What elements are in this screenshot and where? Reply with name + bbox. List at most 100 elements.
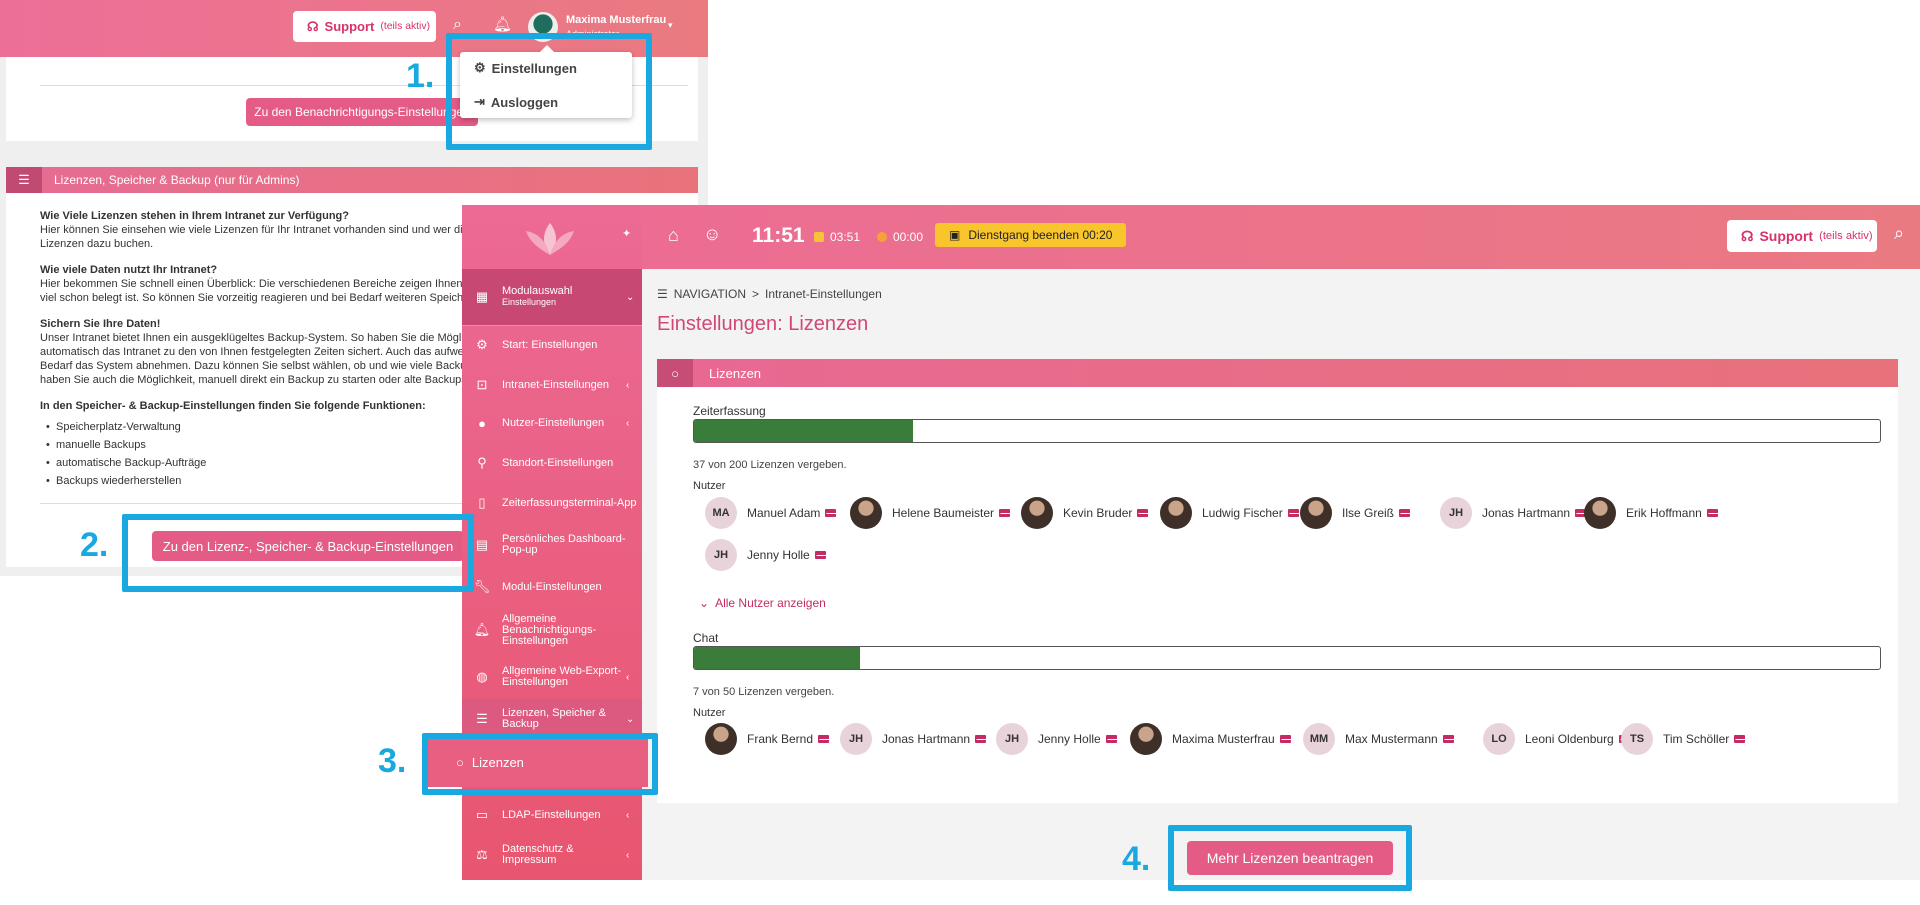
user-name: Maxima Musterfrau [1172,732,1275,746]
user-entry[interactable]: JH Jenny Holle [996,723,1118,755]
user-entry[interactable]: JH Jenny Holle [705,539,827,571]
user-entry[interactable]: Frank Bernd [705,723,831,755]
bg-license-card-header: ☰ Lizenzen, Speicher & Backup (nur für A… [6,167,698,193]
mail-icon[interactable] [1279,735,1292,743]
mail-icon[interactable] [1734,735,1747,743]
chevron-down-icon[interactable]: ▾ [668,20,673,31]
bg-license-card-title: Lizenzen, Speicher & Backup (nur für Adm… [54,173,300,187]
home-icon[interactable]: ⌂ [668,225,679,246]
user-entry[interactable]: Ilse Greiß [1300,497,1412,529]
license-card-title: Lizenzen [709,365,762,381]
avatar [1021,497,1053,529]
bg-support-button[interactable]: ☊ Support (teils aktiv) [293,11,436,42]
bg-notification-settings-button[interactable]: Zu den Benachrichtigungs-Einstellungen [246,98,478,126]
bg-question-1: Wie Viele Lizenzen stehen in Ihrem Intra… [40,210,349,222]
user-name: Kevin Bruder [1063,506,1133,520]
mail-icon[interactable] [1105,735,1118,743]
topbar: ⌂ ☺ 11:51 03:51 00:00 ▣ Dienstgang beend… [462,205,1920,269]
show-all-users-link[interactable]: ⌄ Alle Nutzer anzeigen [699,596,826,610]
mail-icon[interactable] [1399,509,1412,517]
mail-icon[interactable] [825,509,838,517]
sidebar-item-modules[interactable]: 🔧︎ Modul-Einstellungen [462,569,642,605]
chat-progress [693,646,1881,670]
gear-icon: ⚙ [476,337,488,352]
pin-icon[interactable]: ✦ [622,227,631,240]
user-entry[interactable]: Kevin Bruder [1021,497,1150,529]
mail-icon[interactable] [1442,735,1455,743]
bg-user-name[interactable]: Maxima Musterfrau [566,14,666,26]
annotation-number-4: 4. [1122,840,1151,878]
user-name: Ilse Greiß [1342,506,1395,520]
sidebar-item-users[interactable]: ● Nutzer-Einstellungen ‹ [462,405,642,441]
breadcrumb-nav[interactable]: NAVIGATION [674,287,746,301]
avatar: JH [705,539,737,571]
chevron-left-icon: ‹ [626,379,630,391]
user-name: Jonas Hartmann [1482,506,1571,520]
sidebar-item-location[interactable]: ⚲ Standort-Einstellungen [462,445,642,481]
sidebar-item-start[interactable]: ⚙ Start: Einstellungen [462,327,642,363]
sidebar-module-label: Modulauswahl Einstellungen [502,286,626,308]
user-name: Helene Baumeister [892,506,995,520]
chevron-left-icon: ‹ [626,671,630,683]
timer-break-value: 00:00 [893,230,924,244]
mail-icon[interactable] [999,509,1012,517]
sidebar-item-label: LDAP-Einstellungen [502,808,601,821]
user-entry[interactable]: Maxima Musterfrau [1130,723,1292,755]
search-icon[interactable]: ⌕ [453,16,462,34]
user-entry[interactable]: TS Tim Schöller [1621,723,1747,755]
user-entry[interactable]: LO Leoni Oldenburg [1483,723,1631,755]
sidebar-item-terminal[interactable]: ▯ Zeiterfassungsterminal-App [462,483,642,523]
timer-break: 00:00 [877,230,923,244]
bg-bullet-item: Backups wiederherstellen [46,475,181,487]
breadcrumb-current[interactable]: Intranet-Einstellungen [765,287,882,301]
sidebar-item-dashboard[interactable]: ▤ Persönliches Dashboard-Pop-up [462,525,642,565]
headset-icon: ☊ [307,18,319,34]
chat-users-label: Nutzer [693,707,726,719]
sidebar-item-label: Modul-Einstellungen [502,580,602,593]
time-tracking-count: 37 von 200 Lizenzen vergeben. [693,459,847,471]
user-icon: ● [478,415,486,431]
mail-icon[interactable] [1706,509,1719,517]
bg-support-sub: (teils aktiv) [380,21,431,32]
bell-icon[interactable]: 🔔︎ [493,15,512,33]
timer-work: 03:51 [814,230,860,244]
sidebar-item-privacy[interactable]: ⚖ Datenschutz & Impressum ‹ [462,835,642,875]
menu-icon[interactable]: ☰ [657,287,668,301]
sidebar-item-web-export[interactable]: ◍ Allgemeine Web-Export-Einstellungen ‹ [462,657,642,697]
mail-icon[interactable] [814,551,827,559]
sidebar-item-label: Nutzer-Einstellungen [502,416,605,429]
mail-icon[interactable] [975,735,988,743]
list-icon: ☰ [476,711,488,726]
breadcrumb-separator: > [752,287,760,301]
user-entry[interactable]: MM Max Mustermann [1303,723,1455,755]
end-shift-button[interactable]: ▣ Dienstgang beenden 00:20 [935,223,1127,247]
avatar: JH [996,723,1028,755]
user-entry[interactable]: JH Jonas Hartmann [840,723,988,755]
search-icon[interactable]: ⌕ [1894,223,1904,244]
user-entry[interactable]: JH Jonas Hartmann [1440,497,1588,529]
sidebar-item-notifications[interactable]: 🔔︎ Allgemeine Benachrichtigungs-Einstell… [462,607,642,653]
support-button[interactable]: ☊ Support (teils aktiv) [1727,220,1877,252]
logo-area: ✦ [462,205,642,269]
user-entry[interactable]: Ludwig Fischer [1160,497,1300,529]
mail-icon[interactable] [1137,509,1150,517]
page-title: Einstellungen: Lizenzen [657,313,869,335]
work-dot-icon [814,232,824,242]
mail-icon[interactable] [1287,509,1300,517]
sidebar-item-ldap[interactable]: ▭ LDAP-Einstellungen ‹ [462,797,642,833]
user-entry[interactable]: Erik Hoffmann [1584,497,1719,529]
sidebar-module-select[interactable]: ▦ Modulauswahl Einstellungen ⌄ [462,269,642,325]
user-entry[interactable]: Helene Baumeister [850,497,1012,529]
intranet-icon: ⊡ [476,377,488,392]
show-all-users-label: Alle Nutzer anzeigen [715,596,826,610]
bg-support-label: Support [324,19,375,34]
time-tracking-label: Zeiterfassung [693,404,766,418]
user-entry[interactable]: MA Manuel Adam [705,497,838,529]
annotation-number-3: 3. [378,742,407,780]
mail-icon[interactable] [818,735,831,743]
bg-answer-2b: viel schon belegt ist. So können Sie vor… [40,292,473,304]
sidebar-item-intranet[interactable]: ⊡ Intranet-Einstellungen ‹ [462,365,642,405]
sidebar-module-title: Modulauswahl [502,285,573,297]
sidebar-item-label: Standort-Einstellungen [502,456,614,469]
smiley-icon[interactable]: ☺ [703,224,721,245]
